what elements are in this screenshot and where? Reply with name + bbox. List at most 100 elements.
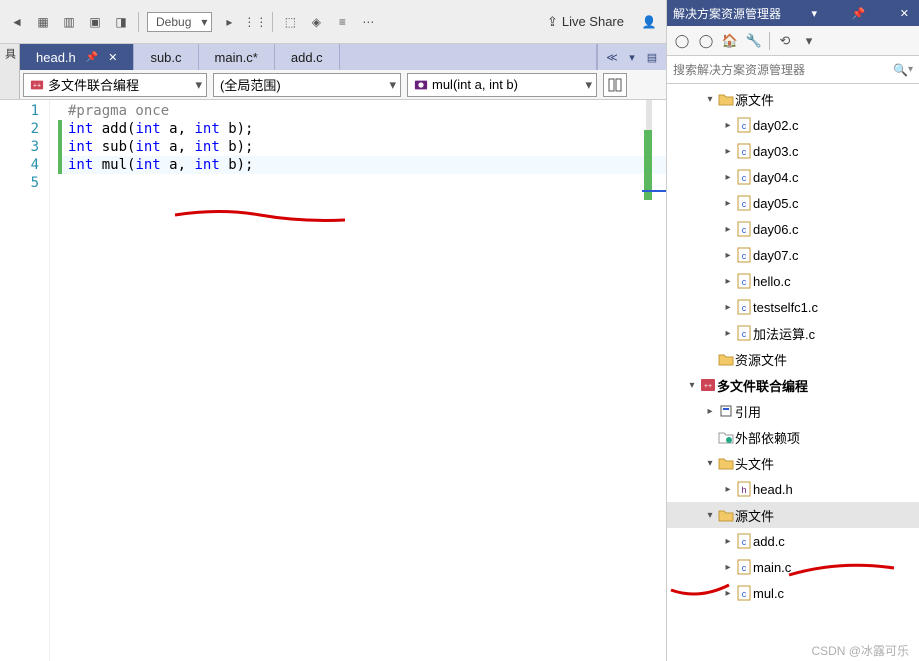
tree-item[interactable]: ▸cday02.c	[667, 112, 919, 138]
search-input[interactable]	[673, 63, 893, 77]
close-icon[interactable]: ✕	[108, 51, 117, 64]
tree-item[interactable]: ▸cday05.c	[667, 190, 919, 216]
tree-item[interactable]: ▸chello.c	[667, 268, 919, 294]
back-icon[interactable]: ◯	[673, 32, 691, 50]
tree-item-label: day03.c	[753, 144, 799, 159]
tree-item[interactable]: ▸cday04.c	[667, 164, 919, 190]
share-icon: ⇪	[547, 14, 558, 30]
tree-item[interactable]: ▾源文件	[667, 86, 919, 112]
c-icon: c	[735, 533, 753, 549]
back-icon[interactable]: ◄	[8, 13, 26, 31]
tree-item[interactable]: 外部依赖项	[667, 424, 919, 450]
expand-icon[interactable]: ▸	[721, 120, 735, 131]
tree-item-label: 外部依赖项	[735, 428, 800, 447]
code-line[interactable]: int sub(int a, int b);	[58, 138, 666, 156]
window-icon[interactable]: ▤	[644, 49, 660, 65]
tree-item[interactable]: ▸cmul.c	[667, 580, 919, 606]
expand-icon[interactable]: ▸	[721, 328, 735, 339]
code-line[interactable]: #pragma once	[58, 102, 666, 120]
user-icon[interactable]: 👤	[640, 13, 658, 31]
pin-icon[interactable]: 📌	[848, 7, 870, 20]
home-icon[interactable]: 🏠	[721, 32, 739, 50]
tree-item[interactable]: ▸hhead.h	[667, 476, 919, 502]
toolbar-icon[interactable]: ◈	[307, 13, 325, 31]
expand-icon[interactable]: ▸	[721, 588, 735, 599]
tab-add-c[interactable]: add.c	[275, 44, 340, 70]
forward-icon[interactable]: ◯	[697, 32, 715, 50]
tree-item-label: 资源文件	[735, 350, 787, 369]
expand-icon[interactable]: ▾	[703, 458, 717, 469]
proj-icon: ++	[699, 378, 717, 392]
tree-item[interactable]: ▸cday03.c	[667, 138, 919, 164]
c-icon: c	[735, 325, 753, 341]
code-line[interactable]: int mul(int a, int b);	[58, 156, 666, 174]
scope-dropdown[interactable]: (全局范围)	[213, 73, 401, 97]
toolbar-icon[interactable]: ⬚	[281, 13, 299, 31]
expand-icon[interactable]: ▸	[721, 146, 735, 157]
member-dropdown[interactable]: mul(int a, int b)	[407, 73, 597, 97]
switch-view-icon[interactable]: 🔧	[745, 32, 763, 50]
expand-icon[interactable]: ▸	[721, 172, 735, 183]
tree-item[interactable]: ▾头文件	[667, 450, 919, 476]
expand-icon[interactable]: ▸	[703, 406, 717, 417]
tree-item[interactable]: ▸cday06.c	[667, 216, 919, 242]
dropdown-icon[interactable]: ▾	[908, 64, 913, 75]
svg-text:h: h	[741, 485, 746, 495]
dropdown-icon[interactable]: ▾	[808, 7, 822, 20]
tree-item[interactable]: ▸c加法运算.c	[667, 320, 919, 346]
dropdown-icon[interactable]: ▾	[800, 32, 818, 50]
cpp-project-icon: ++	[30, 78, 44, 92]
toolbar-icon[interactable]: ⋯	[359, 13, 377, 31]
expand-icon[interactable]: ▸	[721, 484, 735, 495]
tab-head-h[interactable]: head.h 📌 ✕	[20, 44, 134, 70]
scrollbar-overview[interactable]	[646, 100, 652, 130]
configuration-dropdown[interactable]: Debug	[147, 12, 212, 32]
close-icon[interactable]: ✕	[896, 7, 913, 20]
dropdown-icon[interactable]: ▾	[624, 49, 640, 65]
expand-icon[interactable]: ▸	[721, 536, 735, 547]
toolbar-icon[interactable]: ▦	[34, 13, 52, 31]
toolbar-icon[interactable]: ⋮⋮	[246, 13, 264, 31]
tree-item[interactable]: ▸引用	[667, 398, 919, 424]
ext-icon	[717, 430, 735, 444]
code-body[interactable]: #pragma once int add(int a, int b); int …	[50, 100, 666, 661]
tree-item[interactable]: ▾++多文件联合编程	[667, 372, 919, 398]
search-icon[interactable]: 🔍	[893, 63, 908, 77]
expand-icon[interactable]: ▾	[703, 510, 717, 521]
sync-icon[interactable]: ⟲	[776, 32, 794, 50]
toolbar-icon[interactable]: ≡	[333, 13, 351, 31]
live-share-button[interactable]: ⇪ Live Share	[543, 14, 624, 30]
toolbar-icon[interactable]: ▣	[86, 13, 104, 31]
tree-item[interactable]: ▸cday07.c	[667, 242, 919, 268]
expand-icon[interactable]: ▸	[721, 302, 735, 313]
svg-text:c: c	[742, 121, 747, 131]
tab-main-c[interactable]: main.c*	[199, 44, 275, 70]
toolbar-icon[interactable]: ▸	[220, 13, 238, 31]
expand-icon[interactable]: ▾	[685, 380, 699, 391]
expand-icon[interactable]: ▸	[721, 562, 735, 573]
overflow-icon[interactable]: ≪	[604, 49, 620, 65]
project-dropdown[interactable]: ++ 多文件联合编程	[23, 73, 207, 97]
expand-icon[interactable]: ▸	[721, 276, 735, 287]
expand-icon[interactable]: ▸	[721, 224, 735, 235]
toolbar-icon[interactable]: ◨	[112, 13, 130, 31]
tree-item[interactable]: 资源文件	[667, 346, 919, 372]
code-editor[interactable]: 1 2 3 4 5 #pragma once int add(int a, in…	[0, 100, 666, 661]
folder-icon	[717, 456, 735, 470]
tree-item[interactable]: ▸cmain.c	[667, 554, 919, 580]
svg-text:c: c	[742, 589, 747, 599]
pin-icon[interactable]: 📌	[86, 52, 98, 63]
expand-icon[interactable]: ▸	[721, 250, 735, 261]
c-icon: c	[735, 273, 753, 289]
expand-icon[interactable]: ▾	[703, 94, 717, 105]
tree-item[interactable]: ▾源文件	[667, 502, 919, 528]
tree-item[interactable]: ▸cadd.c	[667, 528, 919, 554]
split-editor-button[interactable]	[603, 73, 627, 97]
toolbar-icon[interactable]: ▥	[60, 13, 78, 31]
tree-item[interactable]: ▸ctestselfc1.c	[667, 294, 919, 320]
solution-tree[interactable]: ▾源文件▸cday02.c▸cday03.c▸cday04.c▸cday05.c…	[667, 84, 919, 661]
code-line[interactable]: int add(int a, int b);	[58, 120, 666, 138]
expand-icon[interactable]: ▸	[721, 198, 735, 209]
toolbox-vertical-tab[interactable]: 工具箱	[0, 44, 20, 70]
tab-sub-c[interactable]: sub.c	[134, 44, 198, 70]
